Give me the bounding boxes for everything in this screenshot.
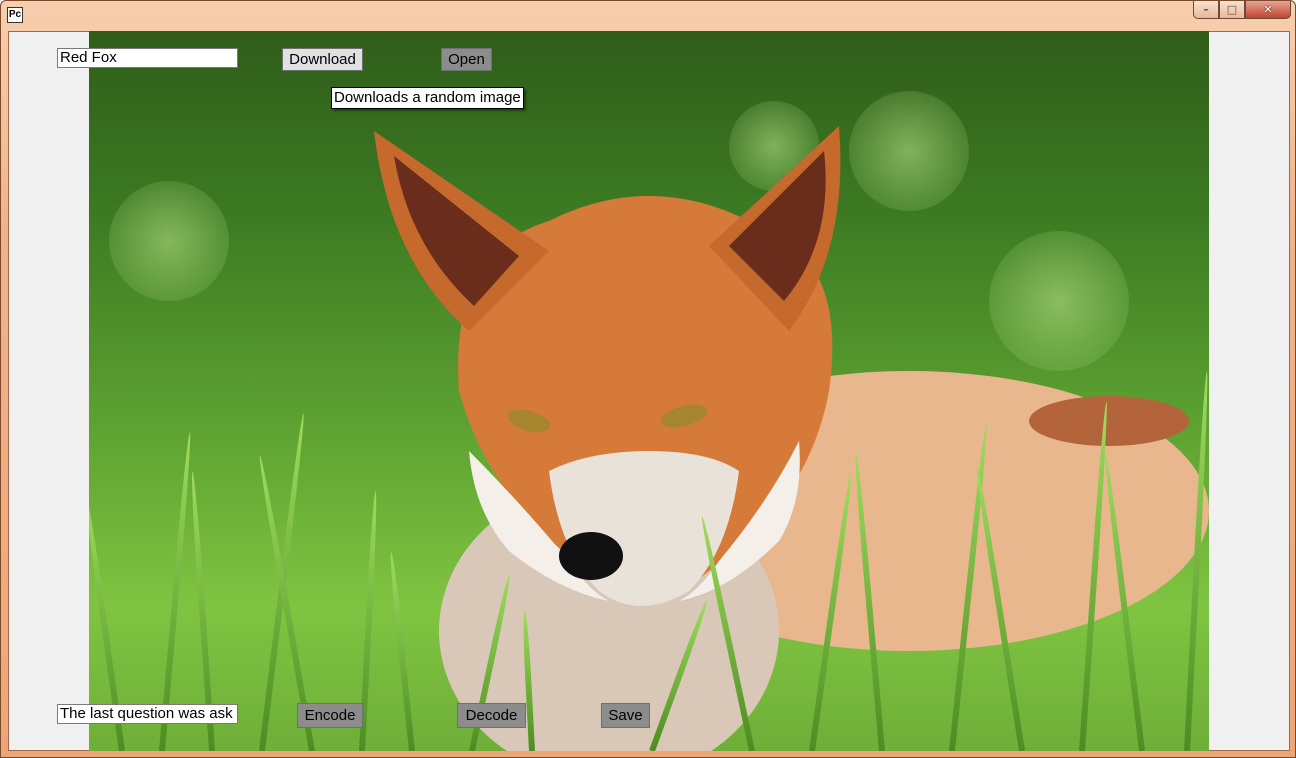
fox-image [89, 31, 1209, 751]
download-tooltip: Downloads a random image [331, 87, 524, 109]
close-button[interactable]: ✕ [1245, 1, 1291, 19]
open-button[interactable]: Open [441, 48, 492, 71]
download-button[interactable]: Download [282, 48, 363, 71]
decode-button[interactable]: Decode [457, 703, 526, 728]
encode-button[interactable]: Encode [297, 703, 363, 728]
title-bar[interactable]: Pc – □ ✕ [1, 1, 1296, 29]
app-icon[interactable]: Pc [7, 7, 23, 23]
caption-buttons: – □ ✕ [1193, 1, 1291, 21]
app-window: Pc – □ ✕ Red Fox Download Open Downloads… [0, 0, 1296, 758]
save-button[interactable]: Save [601, 703, 650, 728]
minimize-button[interactable]: – [1193, 1, 1219, 19]
maximize-button[interactable]: □ [1219, 1, 1245, 19]
fox-figure [374, 126, 1209, 751]
message-input[interactable]: The last question was ask [57, 704, 238, 724]
search-input[interactable]: Red Fox [57, 48, 238, 68]
